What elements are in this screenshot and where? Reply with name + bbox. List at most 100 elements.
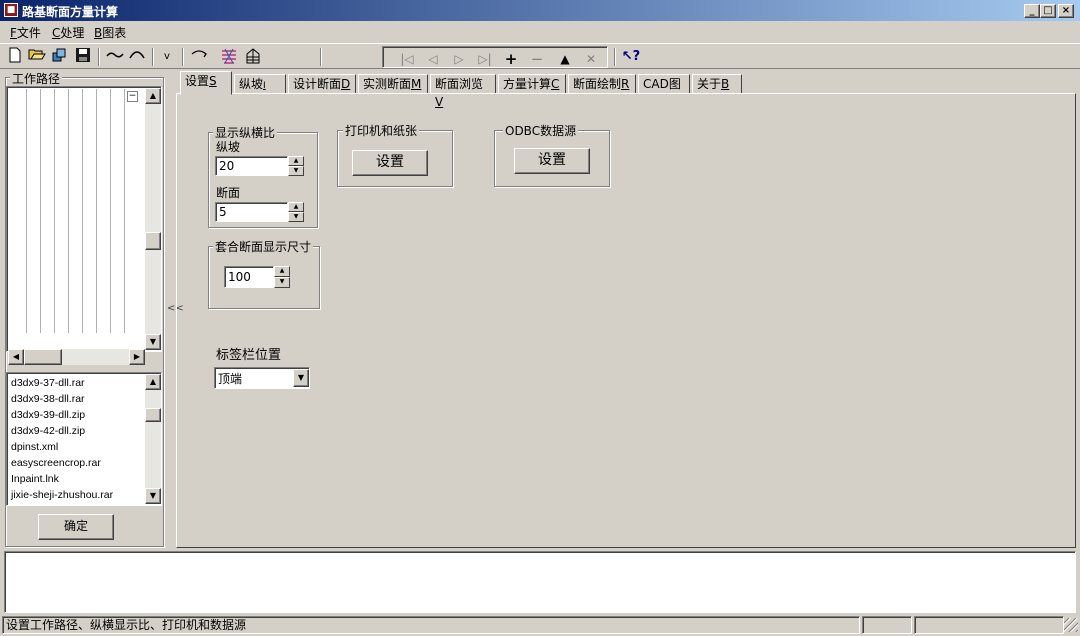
- list-item[interactable]: jixie-sheji-zhushou.rar: [7, 487, 145, 503]
- list-item[interactable]: dpinst.xml: [7, 439, 145, 455]
- tab-section-draw[interactable]: 断面绘制R: [568, 74, 636, 94]
- curve-icon[interactable]: [104, 47, 126, 67]
- file-items: d3dx9-37-dll.rar d3dx9-38-dll.rar d3dx9-…: [7, 375, 145, 503]
- chevron-down-icon[interactable]: ▼: [293, 369, 309, 387]
- scroll-up-icon[interactable]: ▲: [145, 374, 161, 390]
- slope-label: 纵坡: [216, 140, 241, 154]
- odbc-setup-button[interactable]: 设置: [514, 148, 590, 174]
- last-record-icon[interactable]: ▷|: [472, 49, 498, 69]
- new-file-icon[interactable]: [4, 47, 26, 67]
- tree-collapse-icon[interactable]: −: [127, 91, 138, 102]
- menu-chart[interactable]: B图表: [94, 24, 126, 41]
- toolbar-separator: [182, 48, 184, 66]
- scroll-down-icon[interactable]: ▼: [145, 334, 161, 350]
- menu-file[interactable]: F文件: [10, 24, 41, 41]
- next-record-icon[interactable]: ▷: [446, 49, 472, 69]
- spin-down-icon[interactable]: ▼: [274, 277, 290, 288]
- list-item[interactable]: Inpaint.lnk: [7, 471, 145, 487]
- first-record-icon[interactable]: |◁: [394, 49, 420, 69]
- toolbar-separator: [614, 48, 616, 66]
- tab-position-select[interactable]: 顶端 ▼: [214, 367, 310, 389]
- scroll-up-icon[interactable]: ▲: [145, 88, 161, 104]
- tree-vertical-scrollbar[interactable]: ▲ ▼: [145, 88, 161, 350]
- list-item[interactable]: d3dx9-39-dll.zip: [7, 407, 145, 423]
- tab-design-section[interactable]: 设计断面D: [288, 74, 356, 94]
- status-text: 设置工作路径、纵横显示比、打印机和数据源: [2, 616, 860, 634]
- minimize-button[interactable]: _: [1024, 4, 1040, 18]
- slope-spinner[interactable]: ▲ ▼: [288, 156, 304, 176]
- file-list-scrollbar[interactable]: ▲ ▼: [145, 374, 161, 504]
- tab-position-label: 标签栏位置: [216, 348, 282, 363]
- status-pane: [914, 616, 1064, 634]
- section-label: 断面: [216, 186, 241, 200]
- menu-process[interactable]: C处理: [52, 24, 84, 41]
- toolbar-separator: [320, 48, 322, 66]
- app-icon[interactable]: ■: [4, 3, 18, 17]
- resize-grip-icon[interactable]: [1064, 618, 1078, 632]
- tab-position-value: 顶端: [218, 372, 243, 386]
- prev-record-icon[interactable]: ◁: [420, 49, 446, 69]
- cancel-record-icon[interactable]: ✕: [578, 49, 604, 69]
- scroll-thumb[interactable]: [145, 408, 161, 422]
- delete-record-icon[interactable]: −: [524, 49, 550, 69]
- tab-section-browse[interactable]: 断面浏览V: [430, 74, 496, 109]
- arc-icon[interactable]: [126, 47, 148, 67]
- overlay-size-label: 套合断面显示尺寸: [213, 238, 314, 255]
- building-icon[interactable]: [242, 47, 264, 67]
- printer-setup-button[interactable]: 设置: [352, 150, 428, 176]
- list-item[interactable]: easyscreencrop.rar: [7, 455, 145, 471]
- spin-down-icon[interactable]: ▼: [288, 166, 304, 176]
- section-spinner[interactable]: ▲ ▼: [288, 202, 304, 222]
- tab-about[interactable]: 关于B: [692, 74, 742, 94]
- tab-cad[interactable]: CAD图: [638, 74, 690, 94]
- toolbar-separator: [152, 48, 154, 66]
- spin-up-icon[interactable]: ▲: [274, 266, 290, 277]
- edit-record-icon[interactable]: ▲: [552, 49, 578, 69]
- tab-measured-section[interactable]: 实测断面M: [358, 74, 428, 94]
- spin-up-icon[interactable]: ▲: [288, 156, 304, 166]
- maximize-button[interactable]: □: [1040, 4, 1056, 18]
- status-bar: 设置工作路径、纵横显示比、打印机和数据源: [0, 614, 1080, 636]
- open-folder-icon[interactable]: [26, 47, 48, 67]
- tab-settings[interactable]: 设置S: [180, 71, 232, 95]
- copy-icon[interactable]: [48, 47, 70, 67]
- scroll-right-icon[interactable]: ▶: [129, 349, 145, 365]
- overlay-size-input[interactable]: 100: [224, 266, 274, 288]
- work-path-label: 工作路径: [10, 70, 63, 87]
- ok-button[interactable]: 确定: [38, 514, 114, 540]
- slope-input[interactable]: 20: [215, 156, 288, 176]
- output-box[interactable]: [4, 551, 1076, 613]
- close-button[interactable]: ×: [1058, 4, 1074, 18]
- scroll-down-icon[interactable]: ▼: [145, 488, 161, 504]
- add-record-icon[interactable]: +: [498, 49, 524, 69]
- file-list[interactable]: d3dx9-37-dll.rar d3dx9-38-dll.rar d3dx9-…: [6, 372, 162, 506]
- save-icon[interactable]: [72, 47, 94, 67]
- printer-group-label: 打印机和纸张: [343, 122, 420, 139]
- spin-down-icon[interactable]: ▼: [288, 212, 304, 222]
- title-bar: ■ 路基断面方量计算 _ □ ×: [0, 0, 1080, 21]
- list-item[interactable]: d3dx9-38-dll.rar: [7, 391, 145, 407]
- menu-bar: F文件 C处理 B图表: [0, 21, 1080, 43]
- spin-up-icon[interactable]: ▲: [288, 202, 304, 212]
- tab-slope[interactable]: 纵坡I: [234, 74, 286, 94]
- context-help-icon[interactable]: ↖?: [620, 47, 642, 67]
- window-title: 路基断面方量计算: [22, 5, 119, 19]
- tab-volume-calc[interactable]: 方量计算C: [498, 74, 566, 94]
- scroll-thumb[interactable]: [145, 232, 161, 250]
- hscroll-thumb[interactable]: [24, 349, 62, 365]
- toolbar: v |◁ ◁ ▷ ▷| + − ▲ ✕ ↖?: [0, 43, 1080, 69]
- bend-icon[interactable]: [188, 47, 210, 67]
- overlay-size-spinner[interactable]: ▲ ▼: [274, 266, 290, 288]
- tree-guides: [13, 89, 133, 333]
- list-item[interactable]: d3dx9-42-dll.zip: [7, 423, 145, 439]
- check-icon[interactable]: v: [156, 47, 178, 67]
- tree-horizontal-scrollbar[interactable]: ◀ ▶: [8, 349, 145, 365]
- list-item[interactable]: d3dx9-37-dll.rar: [7, 375, 145, 391]
- scroll-left-icon[interactable]: ◀: [8, 349, 24, 365]
- layers-icon[interactable]: [218, 47, 240, 67]
- odbc-group-label: ODBC数据源: [503, 122, 579, 139]
- toolbar-separator: [98, 48, 100, 66]
- record-navigator: |◁ ◁ ▷ ▷| + − ▲ ✕: [382, 46, 608, 68]
- section-input[interactable]: 5: [215, 202, 288, 222]
- directory-tree[interactable]: − ▲ ▼ ◀ ▶: [6, 86, 162, 365]
